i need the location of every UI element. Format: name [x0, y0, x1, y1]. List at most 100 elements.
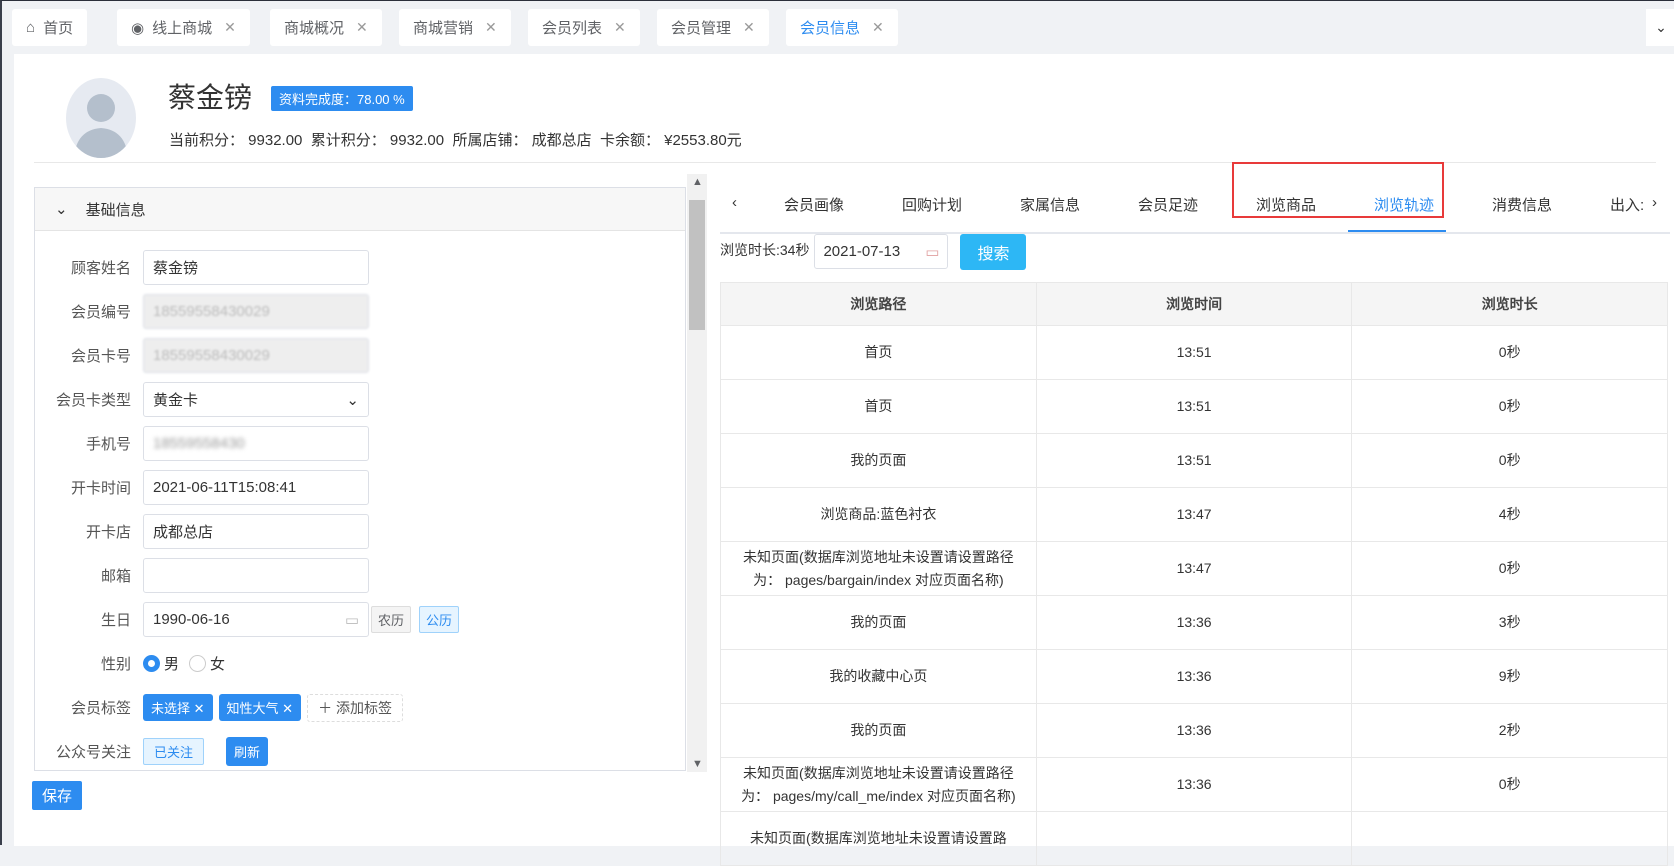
table-cell: 0秒	[1351, 541, 1668, 596]
basic-info-header[interactable]: ⌄ 基础信息	[35, 188, 685, 231]
table-cell: 未知页面(数据库浏览地址未设置请设置路	[720, 811, 1037, 866]
tabs-next-icon[interactable]: ›	[1652, 194, 1657, 211]
table-cell: 13:36	[1035, 595, 1353, 650]
open-store-input[interactable]: 成都总店	[143, 514, 369, 549]
name-input[interactable]: 蔡金镑	[143, 250, 369, 285]
close-icon[interactable]: ✕	[743, 19, 755, 36]
table-cell: 13:36	[1035, 757, 1353, 812]
table-cell: 首页	[720, 379, 1037, 434]
tab-home[interactable]: ⌂ 首页	[12, 9, 88, 46]
table-row: 我的收藏中心页 13:36 9秒	[720, 649, 1668, 704]
tab-member-portrait[interactable]: 会员画像	[784, 194, 844, 215]
tab-mall-marketing[interactable]: 商城营销 ✕	[399, 9, 511, 46]
field-phone: 手机号 18559558430	[35, 426, 369, 461]
shop-icon: ◉	[131, 19, 145, 37]
refresh-button[interactable]: 刷新	[226, 737, 269, 766]
table-cell: 0秒	[1351, 379, 1668, 434]
scrollbar[interactable]: ▲ ▼	[687, 174, 707, 772]
lunar-button[interactable]: 农历	[371, 606, 412, 633]
search-bar: 浏览时长:34秒 2021-07-13 ▭ 搜索	[720, 234, 1027, 270]
browse-track-table: 浏览路径 浏览时间 浏览时长 首页 13:51 0秒 首页 13:51 0秒 我的页面 13:…	[720, 282, 1668, 866]
tab-family[interactable]: 家属信息	[1020, 194, 1080, 215]
radio-female[interactable]	[189, 655, 207, 672]
active-tab-indicator	[1348, 230, 1446, 232]
tab-mall-overview[interactable]: 商城概况 ✕	[270, 9, 382, 46]
card-no-input: 18559558430029	[143, 338, 369, 373]
close-icon[interactable]: ✕	[356, 19, 368, 36]
save-button[interactable]: 保存	[32, 781, 83, 810]
search-button[interactable]: 搜索	[960, 234, 1027, 270]
basic-info-panel: ⌄ 基础信息 顾客姓名 蔡金镑 会员编号 18559558430029 会员卡号 185…	[34, 187, 686, 771]
table-cell: 我的页面	[720, 595, 1037, 650]
table-cell: 我的页面	[720, 433, 1037, 488]
field-name: 顾客姓名 蔡金镑	[35, 250, 369, 285]
chevron-up-icon[interactable]: ▲	[692, 176, 703, 188]
tag-item[interactable]: 未选择 ✕	[143, 694, 213, 721]
chevron-down-icon[interactable]: ▼	[692, 758, 703, 770]
table-row: 未知页面(数据库浏览地址未设置请设置路径为： pages/bargain/ind…	[720, 541, 1668, 596]
tab-online-mall[interactable]: ◉ 线上商城 ✕	[117, 9, 250, 46]
card-type-select[interactable]: 黄金卡 ⌄	[143, 382, 369, 417]
tag-item[interactable]: 知性大气 ✕	[218, 694, 302, 721]
table-row: 我的页面 13:36 3秒	[720, 595, 1668, 650]
close-icon[interactable]: ✕	[614, 19, 626, 36]
table-row: 浏览商品:蓝色衬衣 13:47 4秒	[720, 487, 1668, 542]
table-cell: 我的收藏中心页	[720, 649, 1037, 704]
table-cell: 4秒	[1351, 487, 1668, 542]
avatar	[66, 78, 136, 158]
table-row: 未知页面(数据库浏览地址未设置请设置路	[720, 811, 1668, 866]
phone-input[interactable]: 18559558430	[143, 426, 369, 461]
tab-consumption[interactable]: 消费信息	[1492, 194, 1552, 215]
tab-member-info[interactable]: 会员信息 ✕	[786, 9, 898, 46]
close-icon[interactable]: ✕	[872, 19, 884, 36]
tab-repurchase[interactable]: 回购计划	[902, 194, 962, 215]
table-row: 我的页面 13:36 2秒	[720, 703, 1668, 758]
close-icon[interactable]: ✕	[485, 19, 497, 36]
tab-access[interactable]: 出入:	[1610, 194, 1648, 215]
calendar-icon: ▭	[344, 611, 359, 629]
followed-badge: 已关注	[143, 738, 205, 765]
tab-member-manage[interactable]: 会员管理 ✕	[657, 9, 769, 46]
add-tag-button[interactable]: ＋ 添加标签	[307, 693, 403, 722]
column-header: 浏览路径	[720, 282, 1037, 326]
scrollbar-thumb[interactable]	[689, 200, 705, 330]
table-cell: 13:47	[1035, 487, 1353, 542]
table-cell: 13:36	[1035, 703, 1353, 758]
field-wechat: 公众号关注 已关注 刷新	[35, 734, 274, 769]
column-header: 浏览时长	[1351, 282, 1668, 326]
chevron-down-icon: ⌄	[346, 391, 359, 409]
table-cell: 13:51	[1035, 379, 1353, 434]
tab-footprint[interactable]: 会员足迹	[1138, 194, 1198, 215]
solar-button[interactable]: 公历	[419, 606, 460, 633]
radio-male[interactable]	[143, 655, 160, 672]
field-email: 邮箱	[35, 558, 369, 593]
field-open-time: 开卡时间 2021-06-11T15:08:41	[35, 470, 369, 505]
field-tags: 会员标签 未选择 ✕ 知性大气 ✕ ＋ 添加标签	[35, 690, 403, 725]
field-birthday: 生日 1990-06-16 ▭ 农历 公历	[35, 602, 460, 637]
highlight-box	[1232, 162, 1444, 218]
table-cell: 0秒	[1351, 757, 1668, 812]
close-icon[interactable]: ✕	[224, 19, 236, 36]
table-row: 首页 13:51 0秒	[720, 325, 1668, 380]
tab-member-list[interactable]: 会员列表 ✕	[528, 9, 640, 46]
field-open-store: 开卡店 成都总店	[35, 514, 369, 549]
date-picker[interactable]: 2021-07-13 ▭	[814, 234, 949, 269]
table-cell: 浏览商品:蓝色衬衣	[720, 487, 1037, 542]
chevron-down-icon: ⌄	[55, 201, 68, 218]
field-member-no: 会员编号 18559558430029	[35, 294, 369, 329]
table-cell: 3秒	[1351, 595, 1668, 650]
email-input[interactable]	[143, 558, 369, 593]
field-card-type: 会员卡类型 黄金卡 ⌄	[35, 382, 369, 417]
table-cell: 未知页面(数据库浏览地址未设置请设置路径为： pages/bargain/ind…	[720, 541, 1037, 596]
table-cell: 13:51	[1035, 433, 1353, 488]
member-stats: 当前积分： 9932.00 累计积分： 9932.00 所属店铺： 成都总店 卡…	[169, 132, 742, 149]
calendar-icon: ▭	[925, 243, 940, 261]
chevron-down-icon[interactable]: ⌄	[1646, 9, 1674, 46]
member-info-page: 蔡金镑 资料完成度：78.00 % 当前积分： 9932.00 累计积分： 99…	[14, 54, 1674, 866]
open-time-input[interactable]: 2021-06-11T15:08:41	[143, 470, 369, 505]
table-cell: 9秒	[1351, 649, 1668, 704]
table-cell	[1351, 811, 1668, 866]
completion-badge: 资料完成度：78.00 %	[271, 86, 413, 111]
tabs-prev-icon[interactable]: ‹	[732, 194, 737, 211]
birthday-input[interactable]: 1990-06-16 ▭	[143, 602, 369, 637]
